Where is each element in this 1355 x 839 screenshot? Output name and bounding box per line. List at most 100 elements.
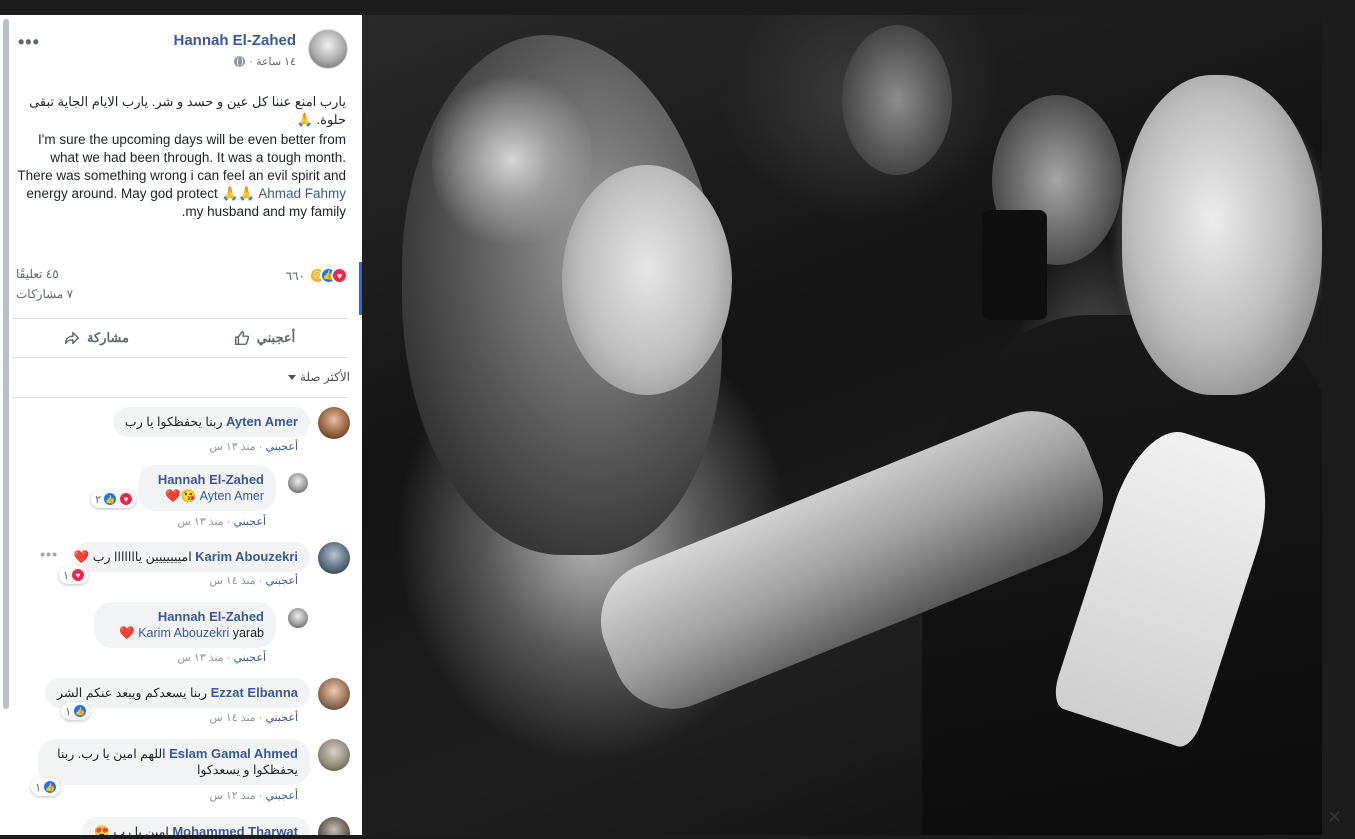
like-reaction-icon: 👍 xyxy=(73,704,87,718)
reaction-count: ١ xyxy=(35,781,41,794)
reply-emoji: 😘❤️ xyxy=(164,489,197,503)
replier-avatar[interactable] xyxy=(288,608,308,628)
replier-name[interactable]: Hannah El-Zahed xyxy=(150,472,264,488)
divider xyxy=(12,397,348,398)
comment-time[interactable]: منذ ١٤ س xyxy=(209,712,255,724)
author-avatar[interactable] xyxy=(308,29,348,69)
reply-time[interactable]: منذ ١٣ س xyxy=(177,652,223,664)
post-meta: ١٤ ساعة · xyxy=(234,55,296,68)
comment-text: امين يا رب xyxy=(113,825,169,835)
comment-time[interactable]: منذ ١٢ س xyxy=(209,790,255,802)
comment-bubble: Karim Abouzekri امييييييين يااااااا رب ❤… xyxy=(74,542,310,572)
comment: Ayten Amer ربنا يحفظكوا يا رب أعجبني · م… xyxy=(14,407,350,467)
thumbs-up-icon xyxy=(234,330,249,346)
commenter-avatar[interactable] xyxy=(318,817,350,835)
reactions-summary[interactable]: ٦٦٠ ♥ 👍 ☹ xyxy=(286,267,348,284)
comment-time[interactable]: منذ ١٤ س xyxy=(209,575,255,587)
post-text-english-tail: .my husband and my family xyxy=(181,204,346,219)
love-reaction-icon: ♥ xyxy=(331,267,348,284)
post-photo[interactable] xyxy=(362,15,1322,835)
post-header: Hannah El-Zahed ١٤ ساعة · xyxy=(28,29,348,75)
close-icon[interactable]: ✕ xyxy=(1327,807,1349,829)
reply-bubble: Hannah El-Zahed Ayten Amer 😘❤️ xyxy=(138,465,276,511)
mention-link[interactable]: Ayten Amer xyxy=(200,489,264,503)
comment-text: امييييييين يااااااا رب ❤️ xyxy=(73,550,192,564)
reactions-count[interactable]: ٦٦٠ xyxy=(286,269,305,283)
reply-reactions[interactable]: ♥ 👍 ٢ xyxy=(91,490,136,508)
post-body: يارب امنع عننا كل عين و حسد و شر. يارب ا… xyxy=(14,93,346,221)
commenter-avatar[interactable] xyxy=(318,407,350,439)
commenter-name[interactable]: Karim Abouzekri xyxy=(195,549,298,564)
reply-emoji: ❤️ xyxy=(119,626,135,640)
like-reaction-icon: 👍 xyxy=(103,492,117,506)
post-sidebar: Hannah El-Zahed ١٤ ساعة · ••• يارب امنع … xyxy=(0,15,362,835)
reaction-count: ٢ xyxy=(95,493,101,506)
more-options-icon[interactable]: ••• xyxy=(18,32,40,53)
comment-bubble: Eslam Gamal Ahmed اللهم امين يا رب. ربنا… xyxy=(38,739,310,785)
comment: Mohammed Tharwat امين يا رب 😍 xyxy=(14,817,350,835)
commenter-avatar[interactable] xyxy=(318,542,350,574)
comments-count[interactable]: ٤٥ تعليقًا xyxy=(16,267,59,281)
comment-meta: أعجبني · منذ ١٢ س xyxy=(209,790,298,802)
replier-name[interactable]: Hannah El-Zahed xyxy=(106,609,264,625)
comment: Karim Abouzekri امييييييين يااااااا رب ❤… xyxy=(14,542,350,602)
author-name[interactable]: Hannah El-Zahed xyxy=(173,32,296,49)
photo-bride-face xyxy=(562,165,732,395)
commenter-name[interactable]: Eslam Gamal Ahmed xyxy=(169,746,298,761)
photo-groom-face xyxy=(1122,75,1322,395)
love-reaction-icon: ♥ xyxy=(71,568,85,582)
commenter-avatar[interactable] xyxy=(318,739,350,771)
caret-down-icon xyxy=(287,374,296,380)
photo-background-person xyxy=(842,25,952,175)
share-icon xyxy=(64,331,80,345)
comment-time[interactable]: منذ ١٣ س xyxy=(209,441,255,453)
divider xyxy=(12,318,348,319)
prayer-emoji: 🙏🙏 xyxy=(221,186,256,201)
comment-text: ربنا يسعدكم ويبعد عنكم الشر xyxy=(56,686,208,700)
comment-options-icon[interactable]: ••• xyxy=(40,546,58,562)
tagged-user-link[interactable]: Ahmad Fahmy xyxy=(258,186,346,201)
reply: Hannah El-Zahed Karim Abouzekri yarab ❤️… xyxy=(14,602,350,672)
reply-like-link[interactable]: أعجبني xyxy=(233,516,266,528)
comment-meta: أعجبني · منذ ١٤ س xyxy=(209,575,298,587)
replier-avatar[interactable] xyxy=(288,473,308,493)
reply-like-link[interactable]: أعجبني xyxy=(233,652,266,664)
reply-meta: أعجبني · منذ ١٣ س xyxy=(177,652,266,664)
reaction-count: ١ xyxy=(65,705,71,718)
shares-count[interactable]: ٧ مشاركات xyxy=(16,287,73,301)
comment-reactions[interactable]: ♥ ١ xyxy=(59,566,88,584)
reaction-count: ١ xyxy=(63,569,69,582)
scrollbar[interactable] xyxy=(3,19,9,709)
reply: Hannah El-Zahed Ayten Amer 😘❤️ ♥ 👍 ٢ أعج… xyxy=(14,465,350,535)
comment-like-link[interactable]: أعجبني xyxy=(265,712,298,724)
like-reaction-icon: 👍 xyxy=(43,780,57,794)
like-label: أعجبني xyxy=(256,330,296,345)
comment-reactions[interactable]: 👍 ١ xyxy=(61,702,90,720)
comment-meta: أعجبني · منذ ١٣ س xyxy=(209,441,298,453)
globe-icon[interactable] xyxy=(234,56,246,67)
reply-time[interactable]: منذ ١٣ س xyxy=(177,516,223,528)
commenter-name[interactable]: Ezzat Elbanna xyxy=(211,685,298,700)
commenter-name[interactable]: Ayten Amer xyxy=(226,414,298,429)
reply-bubble: Hannah El-Zahed Karim Abouzekri yarab ❤️ xyxy=(94,602,276,648)
comment-bubble: Mohammed Tharwat امين يا رب 😍 xyxy=(82,817,310,835)
comment-reactions[interactable]: 👍 ١ xyxy=(31,778,60,796)
commenter-avatar[interactable] xyxy=(318,678,350,710)
share-button[interactable]: مشاركة xyxy=(12,320,180,356)
commenter-name[interactable]: Mohammed Tharwat xyxy=(172,824,298,835)
mention-link[interactable]: Karim Abouzekri xyxy=(138,626,229,640)
share-label: مشاركة xyxy=(87,330,129,345)
divider xyxy=(12,357,348,358)
comment-sort-dropdown[interactable]: الأكثر صلة xyxy=(287,370,350,384)
focus-indicator xyxy=(359,262,362,315)
comment-text: ربنا يحفظكوا يا رب xyxy=(124,415,223,429)
comment-like-link[interactable]: أعجبني xyxy=(265,575,298,587)
comment-emoji: 😍 xyxy=(94,825,110,835)
like-button[interactable]: أعجبني xyxy=(180,320,348,356)
post-time[interactable]: ١٤ ساعة · xyxy=(249,55,296,68)
comment-meta: أعجبني · منذ ١٤ س xyxy=(209,712,298,724)
comment-like-link[interactable]: أعجبني xyxy=(265,441,298,453)
post-text-arabic: يارب امنع عننا كل عين و حسد و شر. يارب ا… xyxy=(29,94,346,127)
sort-label: الأكثر صلة xyxy=(299,370,350,384)
comment-like-link[interactable]: أعجبني xyxy=(265,790,298,802)
